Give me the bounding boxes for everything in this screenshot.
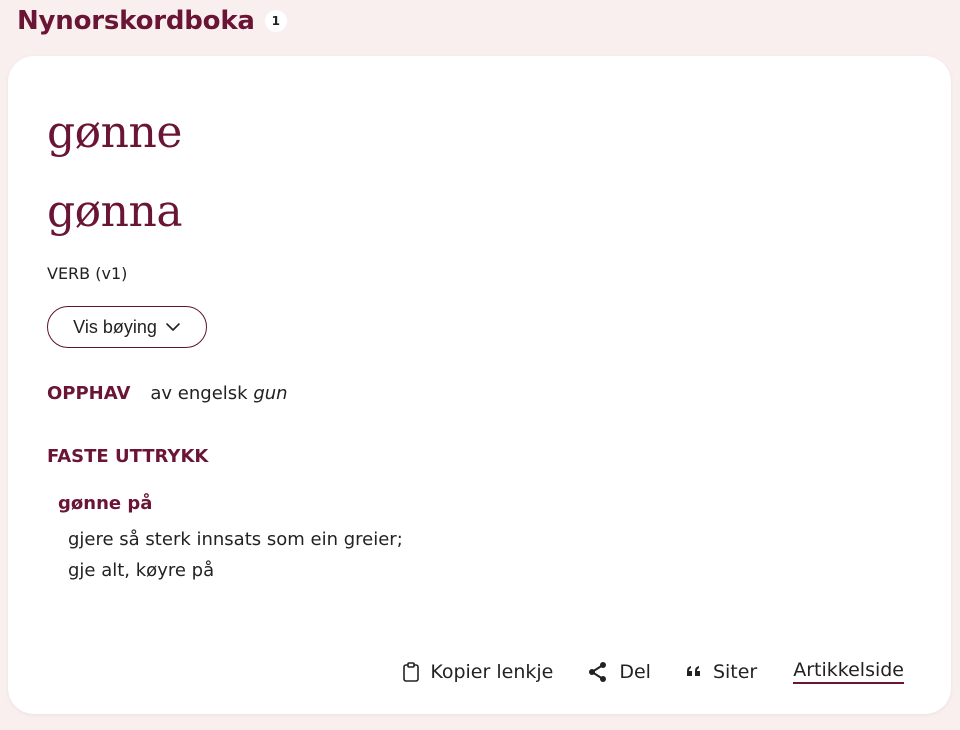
cite-button[interactable]: Siter (685, 661, 757, 683)
origin-label: OPPHAV (47, 383, 131, 404)
dictionary-title[interactable]: Nynorskordboka (17, 6, 255, 36)
share-button[interactable]: Del (587, 661, 651, 683)
origin-section: OPPHAV av engelsk gun (47, 383, 288, 404)
article-card: gønne gønna VERB (v1) Vis bøying OPPHAV … (8, 56, 951, 714)
copy-link-button[interactable]: Kopier lenkje (402, 661, 553, 683)
copy-link-label: Kopier lenkje (430, 660, 554, 683)
lemma-variant: gønna (47, 186, 183, 237)
expression-term: gønne på (58, 493, 153, 514)
result-count-badge: 1 (264, 10, 287, 32)
dictionary-header: Nynorskordboka 1 (17, 2, 287, 40)
show-inflection-label: Vis bøying (73, 316, 157, 337)
clipboard-icon (403, 661, 420, 682)
fixed-expressions-heading: FASTE UTTRYKK (47, 446, 209, 467)
share-label: Del (619, 660, 651, 683)
article-page-link[interactable]: Artikkelside (793, 659, 904, 684)
definition-line: gjere så sterk innsats som ein greier; (68, 529, 403, 550)
share-icon (589, 661, 607, 682)
lemma-primary: gønne (47, 107, 182, 158)
part-of-speech: VERB (v1) (47, 264, 128, 283)
origin-prefix: av engelsk (150, 383, 254, 404)
show-inflection-button[interactable]: Vis bøying (47, 306, 207, 348)
chevron-down-icon (166, 323, 180, 331)
origin-word: gun (253, 383, 288, 404)
definition-line: gje alt, køyre på (68, 560, 215, 581)
quote-icon (686, 665, 700, 676)
origin-text: av engelsk gun (150, 383, 287, 404)
cite-label: Siter (712, 660, 758, 683)
expression-definition: gjere så sterk innsats som ein greier; g… (68, 524, 403, 586)
article-actions: Kopier lenkje Del Siter Artikkelside (402, 659, 904, 684)
